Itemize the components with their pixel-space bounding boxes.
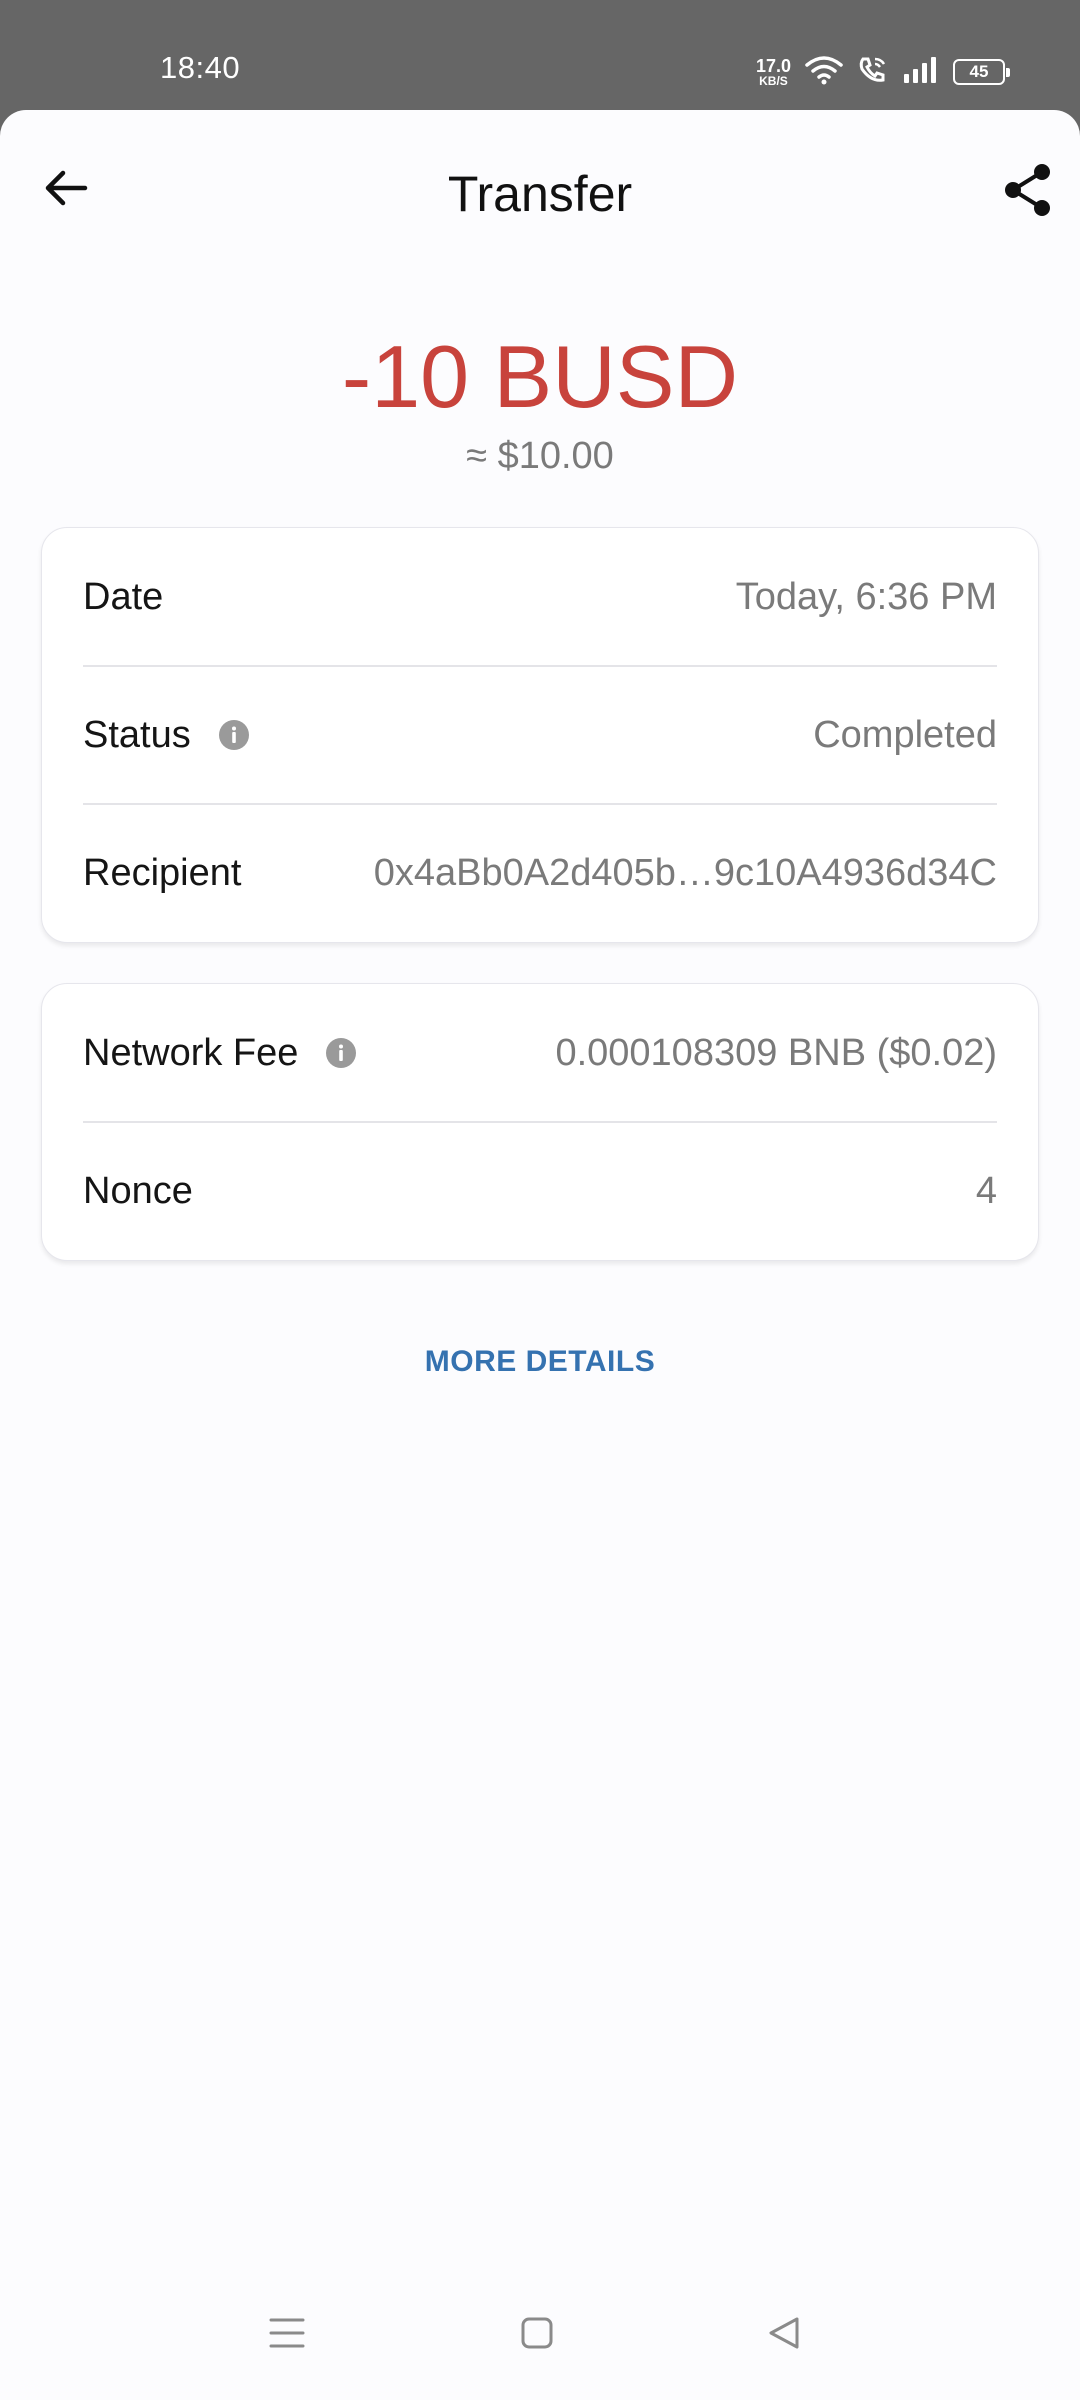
recipient-label: Recipient (83, 851, 242, 894)
status-icons: 17.0 KB/S 45 (756, 54, 1010, 90)
fee-card: Network Fee 0.000108309 BNB ($0.02) Nonc… (41, 983, 1039, 1261)
date-label: Date (83, 575, 164, 618)
recents-button[interactable] (257, 2310, 317, 2360)
back-nav-button[interactable] (754, 2310, 814, 2360)
share-button[interactable] (996, 160, 1060, 224)
share-icon (1002, 162, 1054, 223)
status-value: Completed (813, 713, 997, 756)
net-speed-value: 17.0 (755, 56, 791, 76)
app-bar: Transfer (0, 110, 1080, 270)
network-fee-label: Network Fee (83, 1031, 299, 1074)
menu-icon (269, 2316, 305, 2355)
nonce-label: Nonce (83, 1169, 193, 1212)
nonce-row: Nonce 4 (83, 1122, 997, 1260)
page-title: Transfer (447, 166, 633, 222)
battery-icon: 45 (953, 59, 1010, 85)
net-speed-unit: KB/S (759, 74, 788, 88)
more-details-button[interactable]: MORE DETAILS (0, 1345, 1080, 1379)
details-card: Date Today, 6:36 PM Status Completed Rec… (41, 527, 1039, 943)
battery-level: 45 (969, 62, 989, 81)
fiat-amount: ≈ $10.00 (466, 435, 614, 477)
status-info-icon[interactable] (218, 720, 249, 750)
home-square-icon (520, 2316, 554, 2355)
status-time: 18:40 (160, 50, 241, 85)
net-speed-indicator: 17.0 KB/S (756, 57, 791, 87)
network-fee-value: 0.000108309 BNB ($0.02) (555, 1031, 997, 1074)
wifi-icon (805, 55, 843, 90)
status-row: Status Completed (83, 666, 997, 804)
signal-icon (903, 56, 939, 89)
date-row: Date Today, 6:36 PM (83, 528, 997, 666)
wifi-call-icon (857, 55, 889, 90)
back-triangle-icon (767, 2316, 801, 2355)
status-label: Status (83, 713, 191, 756)
system-nav-bar (0, 2270, 1080, 2400)
recipient-row[interactable]: Recipient 0x4aBb0A2d405b…9c10A4936d34C (83, 804, 997, 942)
home-button[interactable] (507, 2310, 567, 2360)
status-bar: 18:40 17.0 KB/S 45 (0, 0, 1080, 110)
transaction-sheet: Transfer -10 BUSD ≈ $10.00 Date Today, 6… (0, 110, 1080, 2400)
nonce-value: 4 (975, 1169, 997, 1212)
network-fee-info-icon[interactable] (326, 1038, 357, 1068)
transfer-amount: -10 BUSD (341, 327, 739, 426)
date-value: Today, 6:36 PM (735, 575, 997, 618)
recipient-value[interactable]: 0x4aBb0A2d405b…9c10A4936d34C (374, 852, 997, 895)
network-fee-row: Network Fee 0.000108309 BNB ($0.02) (83, 984, 997, 1122)
